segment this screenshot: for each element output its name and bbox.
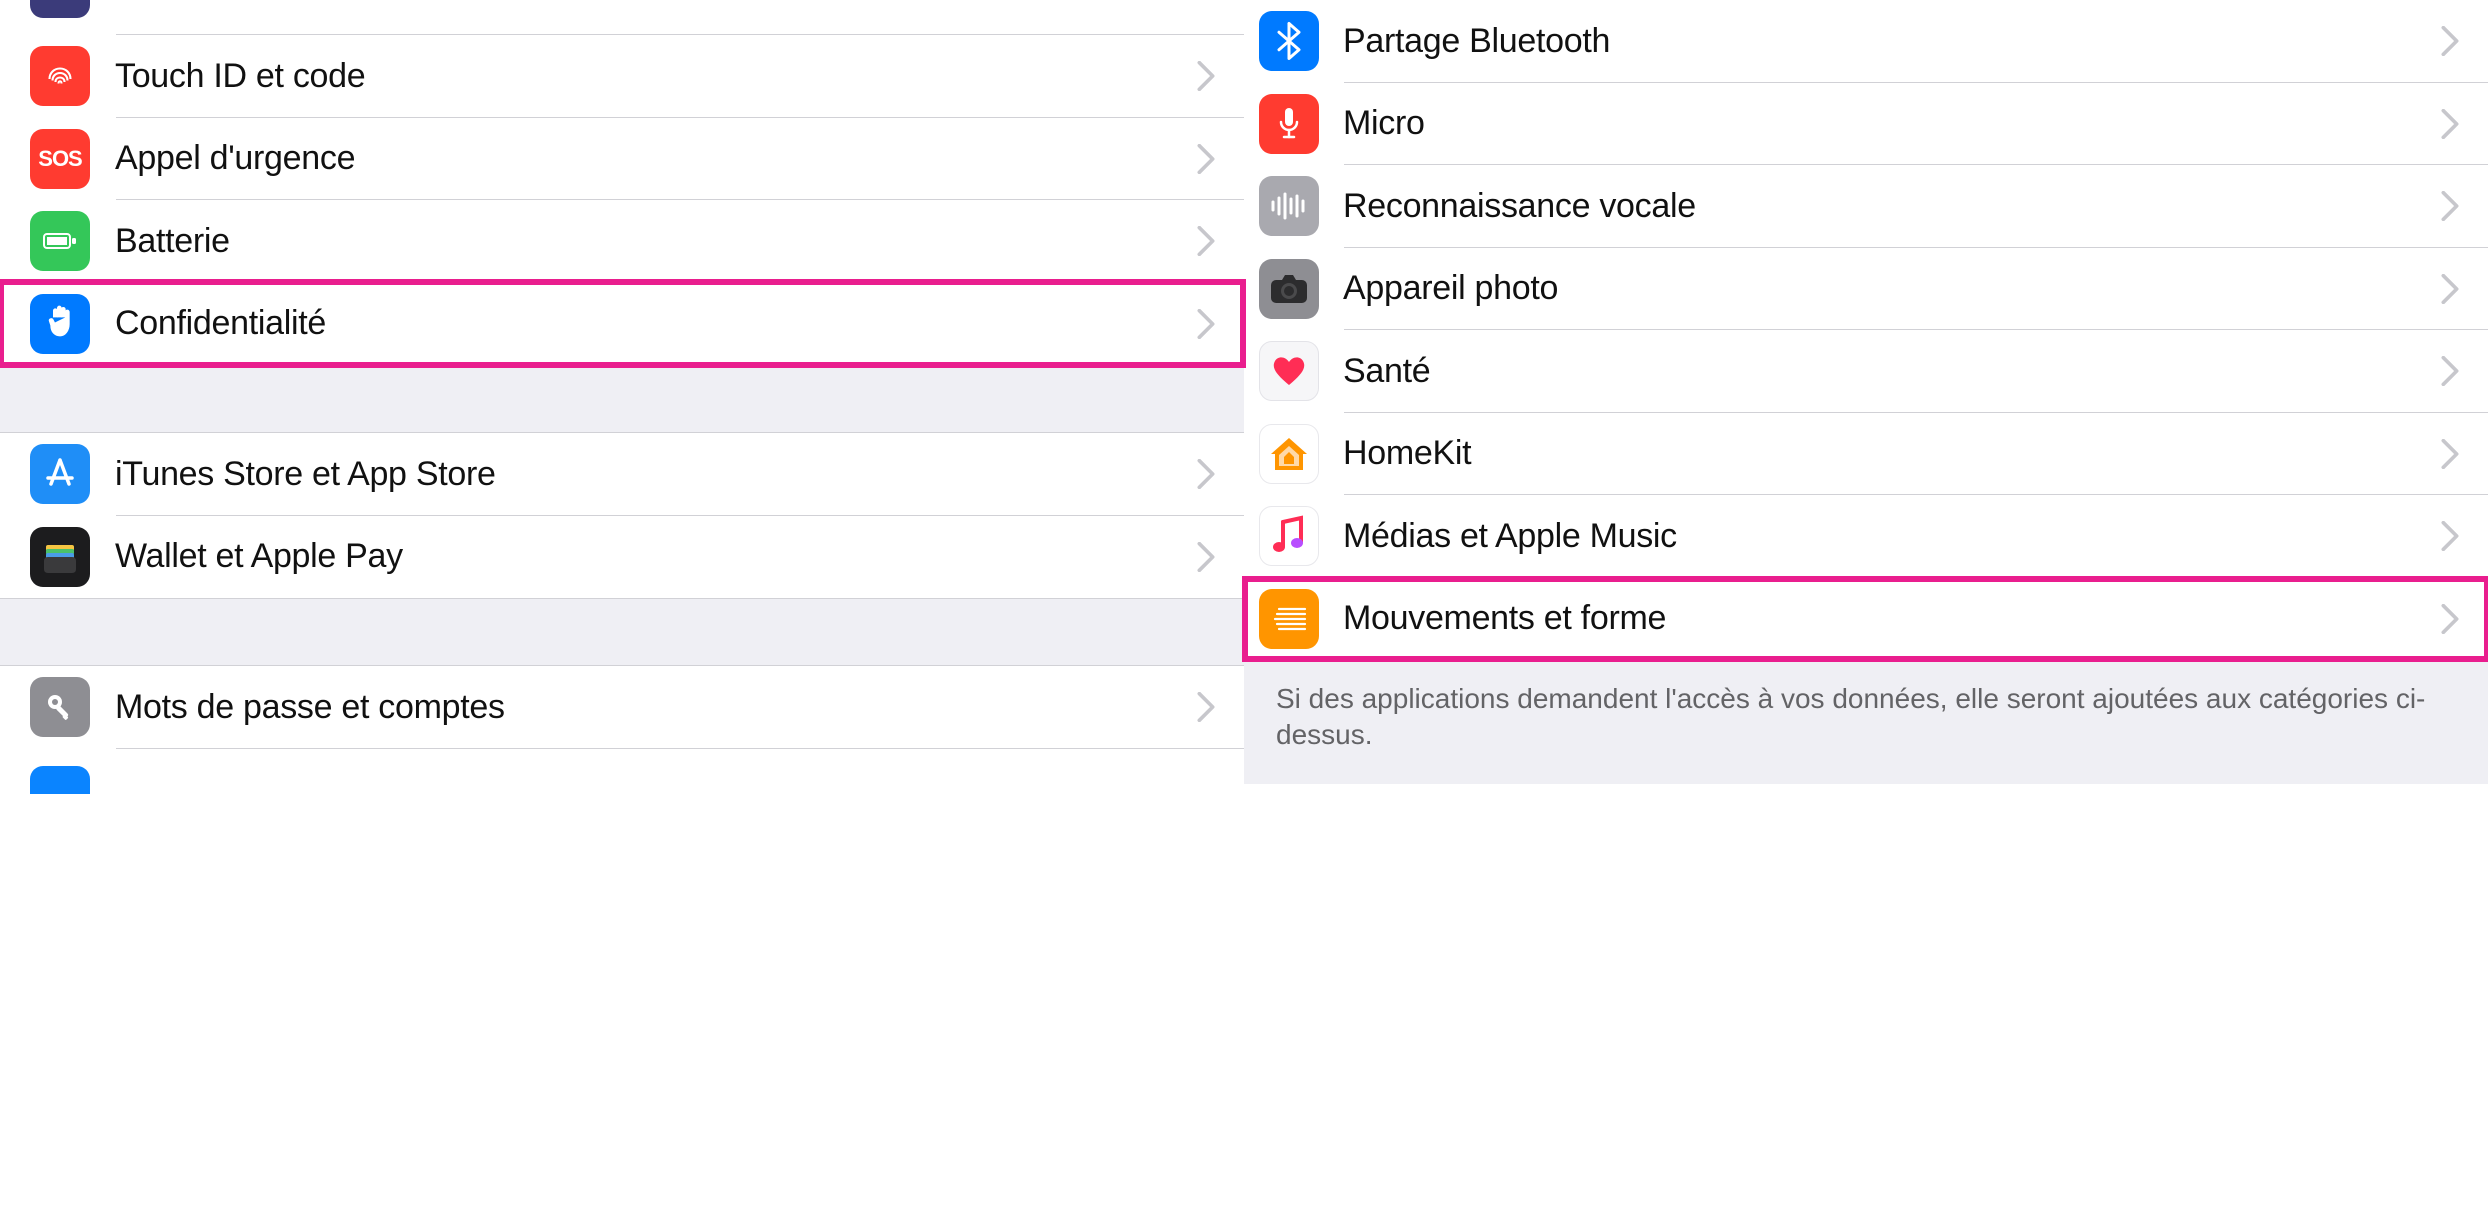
row-label: Batterie (115, 222, 1196, 261)
sos-icon: SOS (30, 129, 90, 189)
row-media-applemusic[interactable]: Médias et Apple Music (1244, 495, 2488, 578)
privacy-list: Partage Bluetooth Micro Reconnaissance v… (1244, 0, 2488, 660)
row-health[interactable]: Santé (1244, 330, 2488, 413)
chevron-right-icon (1196, 231, 1216, 251)
row-touch-id[interactable]: Touch ID et code (0, 35, 1244, 118)
battery-icon (30, 211, 90, 271)
chevron-right-icon (2440, 609, 2460, 629)
chevron-right-icon (1196, 66, 1216, 86)
bluetooth-icon (1259, 11, 1319, 71)
chevron-right-icon (2440, 361, 2460, 381)
row-label: Touch ID et code (115, 57, 1196, 96)
row-label: Partage Bluetooth (1343, 22, 2440, 61)
settings-group-1: Touch ID et code SOS Appel d'urgence Bat… (0, 35, 1244, 365)
row-speech-recognition[interactable]: Reconnaissance vocale (1244, 165, 2488, 248)
row-label: HomeKit (1343, 434, 2440, 473)
row-microphone[interactable]: Micro (1244, 83, 2488, 166)
row-label: Confidentialité (115, 304, 1196, 343)
waveform-icon (1259, 176, 1319, 236)
row-homekit[interactable]: HomeKit (1244, 413, 2488, 496)
row-battery[interactable]: Batterie (0, 200, 1244, 283)
section-spacer (0, 365, 1244, 433)
chevron-right-icon (1196, 697, 1216, 717)
mic-icon (1259, 94, 1319, 154)
row-label: iTunes Store et App Store (115, 455, 1196, 494)
chevron-right-icon (2440, 31, 2460, 51)
privacy-footer-note: Si des applications demandent l'accès à … (1244, 660, 2488, 784)
partial-icon (30, 0, 90, 18)
camera-icon (1259, 259, 1319, 319)
home-icon (1259, 424, 1319, 484)
row-label: Appareil photo (1343, 269, 2440, 308)
row-partial-bottom[interactable] (0, 749, 1244, 783)
chevron-right-icon (1196, 547, 1216, 567)
row-bluetooth-sharing[interactable]: Partage Bluetooth (1244, 0, 2488, 83)
row-passwords-accounts[interactable]: Mots de passe et comptes (0, 666, 1244, 749)
row-wallet-applepay[interactable]: Wallet et Apple Pay (0, 516, 1244, 599)
row-label: Micro (1343, 104, 2440, 143)
row-label: Médias et Apple Music (1343, 517, 2440, 556)
settings-left-panel: Touch ID et code SOS Appel d'urgence Bat… (0, 0, 1244, 784)
chevron-right-icon (1196, 314, 1216, 334)
chevron-right-icon (2440, 196, 2460, 216)
partial-icon (30, 766, 90, 794)
row-label: Appel d'urgence (115, 139, 1196, 178)
chevron-right-icon (2440, 279, 2460, 299)
row-itunes-appstore[interactable]: iTunes Store et App Store (0, 433, 1244, 516)
chevron-right-icon (2440, 526, 2460, 546)
settings-group-2: iTunes Store et App Store Wallet et Appl… (0, 433, 1244, 598)
key-icon (30, 677, 90, 737)
appstore-icon (30, 444, 90, 504)
music-note-icon (1259, 506, 1319, 566)
settings-group-3: Mots de passe et comptes (0, 666, 1244, 783)
row-label: Santé (1343, 352, 2440, 391)
wallet-icon (30, 527, 90, 587)
row-label: Mouvements et forme (1343, 599, 2440, 638)
motion-icon (1259, 589, 1319, 649)
chevron-right-icon (2440, 114, 2460, 134)
row-motion-fitness[interactable]: Mouvements et forme (1244, 578, 2488, 661)
heart-icon (1259, 341, 1319, 401)
row-label: Mots de passe et comptes (115, 688, 1196, 727)
chevron-right-icon (1196, 149, 1216, 169)
chevron-right-icon (2440, 444, 2460, 464)
section-spacer (0, 598, 1244, 666)
row-label: Reconnaissance vocale (1343, 187, 2440, 226)
hand-privacy-icon (30, 294, 90, 354)
row-partial-top[interactable] (0, 0, 1244, 35)
row-label: Wallet et Apple Pay (115, 537, 1196, 576)
fingerprint-icon (30, 46, 90, 106)
row-privacy[interactable]: Confidentialité (0, 283, 1244, 366)
chevron-right-icon (1196, 464, 1216, 484)
privacy-right-panel: Partage Bluetooth Micro Reconnaissance v… (1244, 0, 2488, 784)
row-camera[interactable]: Appareil photo (1244, 248, 2488, 331)
row-emergency-sos[interactable]: SOS Appel d'urgence (0, 118, 1244, 201)
